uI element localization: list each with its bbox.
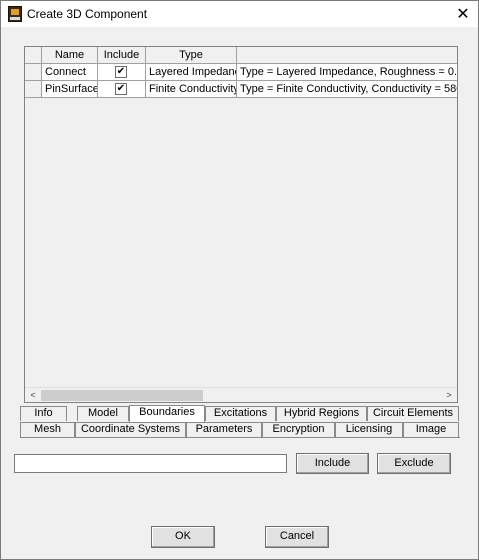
table-row[interactable]: PinSurface ✔ Finite Conductivity Type = …	[25, 81, 457, 98]
cell-include[interactable]: ✔	[98, 64, 146, 81]
window-title: Create 3D Component	[27, 7, 148, 21]
ok-button[interactable]: OK	[151, 526, 215, 548]
tab-model[interactable]: Model	[77, 406, 129, 421]
grid-corner-cell[interactable]	[25, 47, 42, 64]
grid-header-row: Name Include Type	[25, 47, 457, 64]
tab-circuit-elements[interactable]: Circuit Elements	[367, 406, 459, 421]
column-header-type[interactable]: Type	[146, 47, 237, 64]
tab-info[interactable]: Info	[20, 406, 67, 421]
cell-details[interactable]: Type = Finite Conductivity, Conductivity…	[237, 81, 457, 98]
cancel-button[interactable]: Cancel	[265, 526, 329, 548]
row-header[interactable]	[25, 81, 42, 98]
scroll-thumb[interactable]	[41, 390, 203, 401]
include-checkbox[interactable]: ✔	[115, 66, 127, 78]
boundary-filter-input[interactable]	[14, 454, 287, 473]
cell-type[interactable]: Layered Impedance	[146, 64, 237, 81]
cell-details[interactable]: Type = Layered Impedance, Roughness = 0.…	[237, 64, 457, 81]
tab-excitations[interactable]: Excitations	[205, 406, 276, 421]
cell-type[interactable]: Finite Conductivity	[146, 81, 237, 98]
column-header-include[interactable]: Include	[98, 47, 146, 64]
column-header-details[interactable]	[237, 47, 457, 64]
tab-hybrid-regions[interactable]: Hybrid Regions	[276, 406, 367, 421]
horizontal-scrollbar[interactable]: < >	[25, 387, 457, 402]
cell-name[interactable]: PinSurface	[42, 81, 98, 98]
create-3d-component-dialog: Create 3D Component ✕ Name Include Type …	[0, 0, 479, 560]
tab-mesh[interactable]: Mesh	[20, 422, 75, 437]
scroll-right-icon[interactable]: >	[441, 388, 457, 402]
tab-image[interactable]: Image	[403, 422, 459, 437]
include-button[interactable]: Include	[296, 453, 369, 474]
tab-parameters[interactable]: Parameters	[186, 422, 262, 437]
cell-include[interactable]: ✔	[98, 81, 146, 98]
close-button[interactable]: ✕	[448, 1, 478, 27]
title-bar: Create 3D Component ✕	[1, 1, 478, 27]
tab-strip-divider	[20, 437, 460, 438]
table-row[interactable]: Connect ✔ Layered Impedance Type = Layer…	[25, 64, 457, 81]
exclude-button[interactable]: Exclude	[377, 453, 451, 474]
scroll-left-icon[interactable]: <	[25, 388, 41, 402]
column-header-name[interactable]: Name	[42, 47, 98, 64]
include-checkbox[interactable]: ✔	[115, 83, 127, 95]
tab-boundaries[interactable]: Boundaries	[129, 405, 205, 423]
row-header[interactable]	[25, 64, 42, 81]
tab-coordinate-systems[interactable]: Coordinate Systems	[75, 422, 186, 437]
cell-name[interactable]: Connect	[42, 64, 98, 81]
tab-encryption[interactable]: Encryption	[262, 422, 335, 437]
boundaries-grid: Name Include Type Connect ✔ Layered Impe…	[24, 46, 458, 403]
tab-licensing[interactable]: Licensing	[335, 422, 403, 437]
app-icon	[8, 6, 22, 22]
